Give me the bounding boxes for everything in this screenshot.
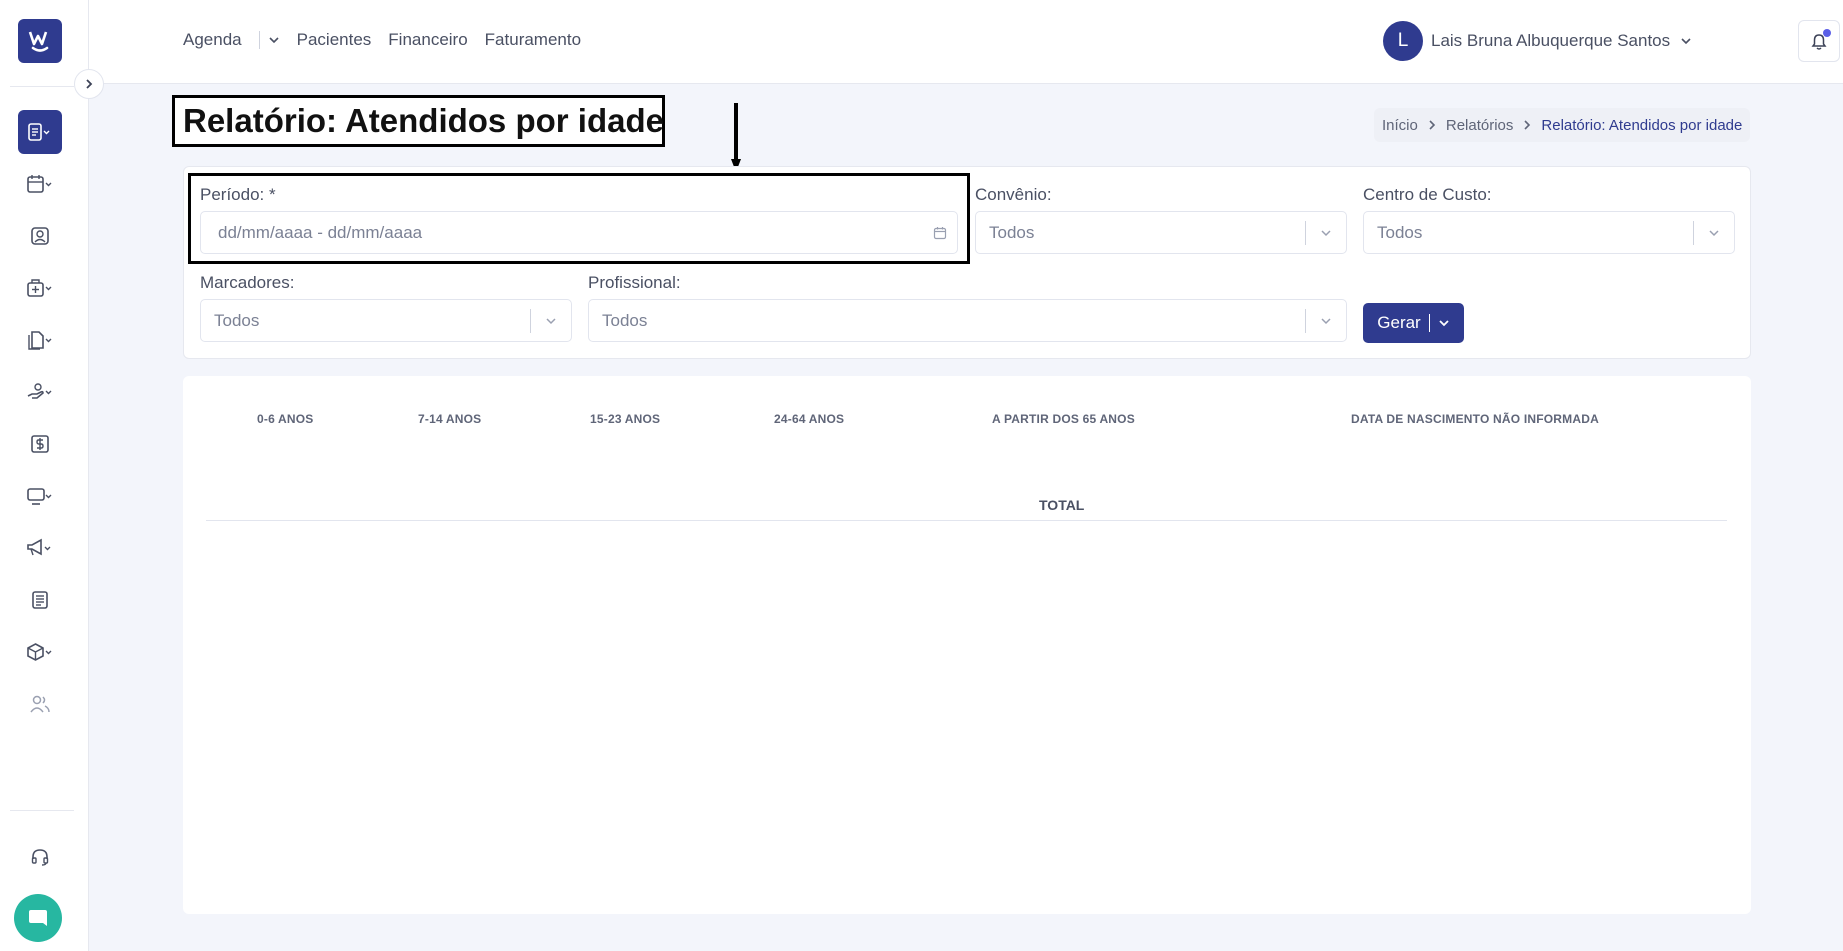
chevron-down-icon (269, 37, 279, 44)
sidebar-item-marketing[interactable] (18, 526, 62, 570)
sidebar (0, 0, 89, 951)
user-name: Lais Bruna Albuquerque Santos (1431, 31, 1671, 50)
sidebar-item-news[interactable] (18, 578, 62, 622)
centro-custo-select[interactable]: Todos (1363, 211, 1735, 254)
breadcrumb: Início Relatórios Relatório: Atendidos p… (1374, 108, 1751, 142)
breadcrumb-reports[interactable]: Relatórios (1446, 117, 1514, 134)
hand-money-icon (27, 383, 52, 399)
chevron-down-icon (1306, 314, 1346, 328)
sidebar-item-finance-hand[interactable] (18, 370, 62, 414)
monitor-icon (27, 488, 52, 505)
breadcrumb-home[interactable]: Início (1382, 117, 1418, 134)
top-bar: Agenda Pacientes Financeiro Faturamento … (89, 0, 1843, 84)
marcadores-value: Todos (214, 310, 260, 330)
sidebar-item-calendar[interactable] (18, 162, 62, 206)
chevron-down-icon (1439, 320, 1449, 327)
chevron-down-icon (1306, 226, 1346, 240)
avatar: L (1383, 21, 1423, 61)
convenio-label: Convênio: (975, 185, 1052, 204)
patient-icon (31, 227, 49, 245)
chevron-down-icon (531, 314, 571, 328)
marcadores-label: Marcadores: (200, 273, 295, 292)
sidebar-item-users[interactable] (18, 682, 62, 726)
clinic-icon (27, 279, 52, 297)
sidebar-item-billing[interactable] (18, 422, 62, 466)
button-separator (1428, 314, 1430, 332)
megaphone-icon (27, 538, 51, 556)
nav-faturamento[interactable]: Faturamento (485, 30, 581, 50)
sidebar-item-inventory[interactable] (18, 630, 62, 674)
w-smile-logo-icon (28, 31, 49, 52)
sidebar-collapse-button[interactable] (74, 69, 104, 99)
column-header: A PARTIR DOS 65 ANOS (992, 412, 1135, 426)
centro-custo-value: Todos (1377, 222, 1423, 242)
page-title: Relatório: Atendidos por idade (172, 95, 665, 147)
chevron-right-icon (86, 79, 93, 89)
sidebar-item-monitor[interactable] (18, 474, 62, 518)
chat-button[interactable] (14, 894, 62, 942)
column-header: 7-14 ANOS (418, 412, 482, 426)
reports-icon (28, 123, 50, 141)
sidebar-divider (10, 86, 74, 87)
column-header: 24-64 ANOS (774, 412, 845, 426)
total-divider (206, 520, 1727, 521)
calendar-icon (27, 175, 52, 193)
headset-icon (31, 849, 49, 866)
centro-custo-label: Centro de Custo: (1363, 185, 1492, 204)
agenda-dropdown[interactable] (268, 34, 280, 46)
dollar-icon (31, 435, 49, 453)
annotation-arrow (731, 103, 741, 172)
user-menu-toggle[interactable] (1680, 35, 1692, 47)
nav-pacientes[interactable]: Pacientes (297, 30, 372, 50)
nav-financeiro[interactable]: Financeiro (388, 30, 467, 50)
chevron-down-icon (1681, 38, 1691, 45)
total-label: TOTAL (1039, 497, 1085, 513)
chevron-down-icon (1694, 226, 1734, 240)
marcadores-select[interactable]: Todos (200, 299, 572, 342)
gerar-label: Gerar (1377, 313, 1421, 332)
breadcrumb-current: Relatório: Atendidos por idade (1541, 116, 1743, 134)
box-icon (27, 643, 52, 661)
sidebar-item-documents[interactable] (18, 318, 62, 362)
users-icon (30, 695, 50, 713)
notifications-button[interactable] (1798, 20, 1840, 62)
nav-separator (258, 31, 260, 49)
sidebar-item-patients[interactable] (18, 214, 62, 258)
breadcrumb-chevron-icon (1428, 119, 1436, 131)
chat-icon (29, 910, 47, 926)
profissional-label: Profissional: (588, 273, 681, 292)
newspaper-icon (32, 591, 48, 609)
sidebar-item-reports[interactable] (18, 110, 62, 154)
convenio-select[interactable]: Todos (975, 211, 1347, 254)
column-header: 0-6 ANOS (257, 412, 314, 426)
sidebar-divider (10, 810, 74, 811)
profissional-select[interactable]: Todos (588, 299, 1347, 342)
documents-icon (28, 331, 52, 350)
column-header: 15-23 ANOS (590, 412, 661, 426)
breadcrumb-chevron-icon (1523, 119, 1531, 131)
support-button[interactable] (18, 835, 62, 879)
app-logo[interactable] (18, 19, 62, 63)
sidebar-item-clinic[interactable] (18, 266, 62, 310)
annotation-highlight-box (188, 173, 970, 264)
user-menu[interactable]: L Lais Bruna Albuquerque Santos (1383, 21, 1692, 61)
nav-agenda[interactable]: Agenda (183, 30, 242, 50)
results-card (183, 376, 1751, 914)
profissional-value: Todos (602, 310, 648, 330)
convenio-value: Todos (989, 222, 1035, 242)
notification-dot (1823, 29, 1831, 37)
gerar-button[interactable]: Gerar (1363, 303, 1464, 343)
top-navigation: Agenda Pacientes Financeiro Faturamento (183, 30, 598, 50)
column-header: DATA DE NASCIMENTO NÃO INFORMADA (1351, 412, 1599, 426)
